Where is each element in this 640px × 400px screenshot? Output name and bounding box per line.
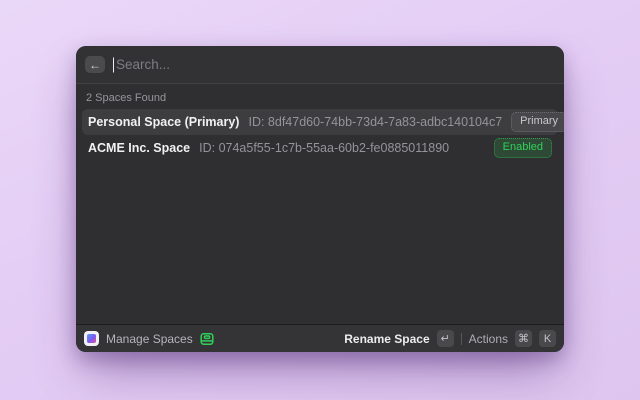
command-key-icon: ⌘	[515, 330, 532, 347]
actions-label: Actions	[469, 332, 508, 346]
k-key-icon: K	[539, 330, 556, 347]
search-bar: ←	[76, 46, 564, 84]
space-id: ID: 074a5f55-1c7b-55aa-60b2-fe0885011890	[199, 141, 449, 155]
badge-group: Enabled	[494, 138, 552, 158]
footer-bar: Manage Spaces Rename Space ↵ Actions ⌘ K	[76, 324, 564, 352]
results-count-header: 2 Spaces Found	[86, 92, 554, 104]
primary-badge: Primary	[511, 112, 564, 132]
actions-button[interactable]: Actions ⌘ K	[469, 330, 556, 347]
enabled-badge: Enabled	[494, 138, 552, 158]
text-caret	[113, 57, 114, 72]
space-title: ACME Inc. Space	[88, 141, 190, 155]
search-input-wrap	[113, 46, 555, 83]
space-id: ID: 8df47d60-74bb-73d4-7a83-adbc140104c7	[248, 115, 502, 129]
extension-app-icon	[84, 331, 99, 346]
extension-app-icon-glyph	[87, 334, 96, 343]
manage-spaces-button[interactable]: Manage Spaces	[84, 331, 214, 346]
rename-space-button[interactable]: Rename Space ↵	[344, 330, 453, 347]
command-palette-window: ← 2 Spaces Found Personal Space (Primary…	[76, 46, 564, 352]
spaces-box-icon	[200, 332, 214, 346]
badge-group: Primary Enabled	[511, 112, 564, 132]
back-arrow-icon: ←	[89, 59, 101, 71]
search-input[interactable]	[113, 57, 555, 72]
return-key-icon: ↵	[437, 330, 454, 347]
footer-divider	[461, 333, 462, 345]
list-item-acme-space[interactable]: ACME Inc. Space ID: 074a5f55-1c7b-55aa-6…	[82, 135, 558, 161]
rename-space-label: Rename Space	[344, 332, 429, 346]
results-list: 2 Spaces Found Personal Space (Primary) …	[76, 84, 564, 324]
space-title: Personal Space (Primary)	[88, 115, 239, 129]
list-item-personal-space[interactable]: Personal Space (Primary) ID: 8df47d60-74…	[82, 109, 558, 135]
footer-actions: Rename Space ↵ Actions ⌘ K	[344, 330, 556, 347]
back-button[interactable]: ←	[85, 56, 105, 73]
manage-spaces-label: Manage Spaces	[106, 332, 193, 346]
